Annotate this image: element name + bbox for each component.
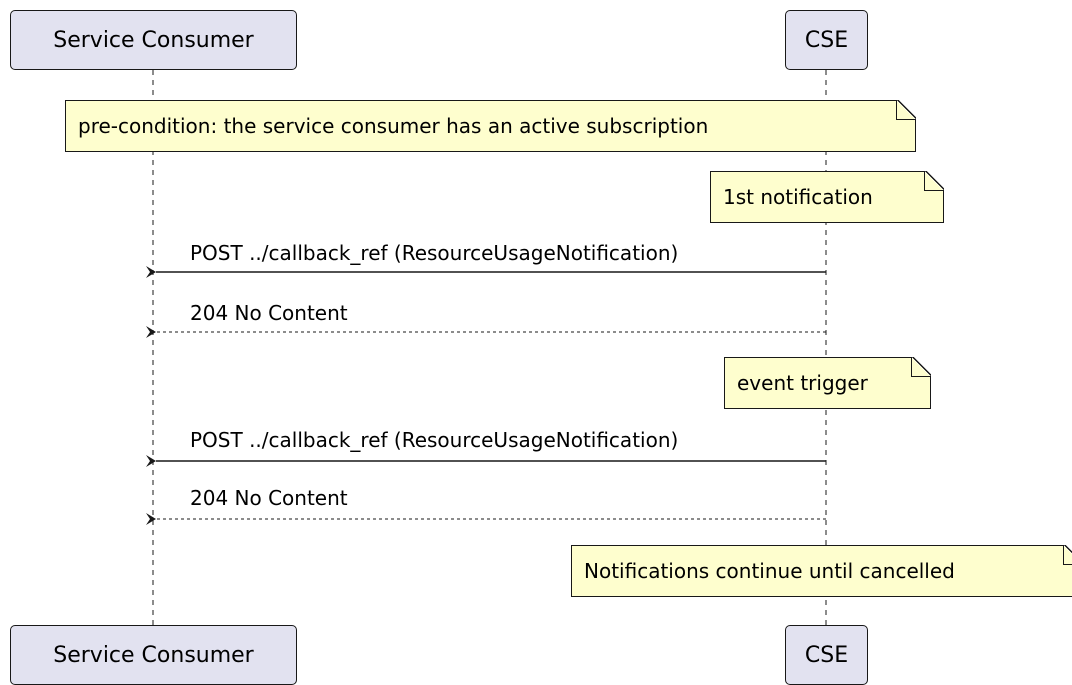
note-notifications-continue-text: Notifications continue until cancelled <box>584 559 955 583</box>
message-label-2: 204 No Content <box>190 301 348 325</box>
note-precondition-text: pre-condition: the service consumer has … <box>78 114 709 138</box>
note-notifications-continue: Notifications continue until cancelled <box>571 544 1072 597</box>
sequence-diagram: Service Consumer CSE pre-condition: the … <box>0 0 1072 685</box>
note-event-trigger-text: event trigger <box>737 371 868 395</box>
participant-service-consumer-bottom: Service Consumer <box>10 625 297 685</box>
note-first-notification: 1st notification <box>710 170 945 223</box>
note-event-trigger: event trigger <box>724 356 932 409</box>
message-label-1: POST ../callback_ref (ResourceUsageNotif… <box>190 241 679 265</box>
participant-cse-top: CSE <box>785 10 868 70</box>
message-label-4: 204 No Content <box>190 486 348 510</box>
participant-service-consumer-top: Service Consumer <box>10 10 297 70</box>
note-precondition: pre-condition: the service consumer has … <box>65 99 917 152</box>
note-first-notification-text: 1st notification <box>723 185 873 209</box>
message-label-3: POST ../callback_ref (ResourceUsageNotif… <box>190 428 679 452</box>
participant-cse-bottom: CSE <box>785 625 868 685</box>
